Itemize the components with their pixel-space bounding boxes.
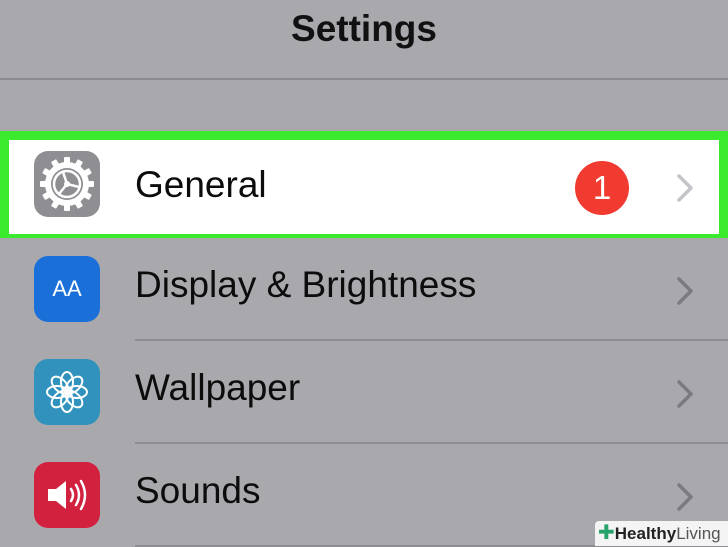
row-label-sounds: Sounds [135,470,261,511]
speaker-icon [34,462,100,528]
chevron-right-icon [677,380,693,408]
row-label-display-brightness: Display & Brightness [135,264,477,305]
watermark: ✚HealthyLiving [595,521,728,546]
watermark-brand-bold: Healthy [614,524,677,543]
text-size-glyph: AA [52,276,82,301]
notification-badge: 1 [575,161,629,215]
row-label-general: General [135,164,267,205]
flower-icon [34,359,100,425]
text-size-icon: AA [34,256,100,322]
row-label-wallpaper: Wallpaper [135,367,301,408]
page-title: Settings [291,8,437,49]
chevron-right-icon [677,277,693,305]
settings-row-general[interactable]: General 1 [0,131,728,243]
watermark-brand-regular: Living [676,524,721,543]
nav-bar-divider [0,78,728,80]
nav-bar: Settings [0,0,728,78]
settings-row-display-brightness[interactable]: AA Display & Brightness [0,238,728,341]
chevron-right-icon [677,174,693,202]
gear-icon [34,151,100,217]
plus-cross-icon: ✚ [598,522,615,544]
settings-row-wallpaper[interactable]: Wallpaper [0,341,728,444]
chevron-right-icon [677,483,693,511]
